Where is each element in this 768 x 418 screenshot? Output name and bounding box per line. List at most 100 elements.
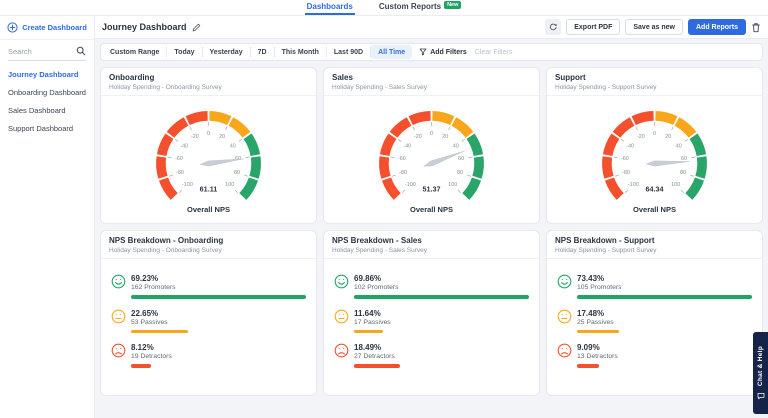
card-subtitle: Holiday Spending - Onboarding Survey xyxy=(109,247,222,254)
sidebar-item[interactable]: Onboarding Dashboard xyxy=(8,88,86,97)
svg-text:40: 40 xyxy=(453,143,459,149)
trash-icon xyxy=(752,22,760,32)
frown-icon xyxy=(111,343,126,358)
edit-pencil-icon[interactable] xyxy=(192,23,201,32)
nps-breakdown-rows: 69.86% 102 Promoters 11.64% 17 Passives … xyxy=(324,259,539,368)
filter-range-chip[interactable]: All Time xyxy=(371,45,413,59)
breakdown-count: 27 Detractors xyxy=(354,353,395,360)
breakdown-count: 13 Detractors xyxy=(577,353,618,360)
breakdown-percent: 69.23% xyxy=(131,274,159,283)
add-filters-button[interactable]: Add Filters xyxy=(419,48,467,56)
gauge-card-sales: Sales Holiday Spending - Sales Survey -1… xyxy=(323,67,540,224)
save-as-new-button[interactable]: Save as new xyxy=(625,19,683,35)
refresh-button[interactable] xyxy=(545,19,562,35)
breakdown-count: 105 Promoters xyxy=(577,284,622,291)
svg-text:80: 80 xyxy=(457,170,463,176)
chat-help-label: Chat & Help xyxy=(757,346,764,387)
smile-icon xyxy=(111,274,126,289)
breakdown-percent: 22.65% xyxy=(131,308,159,318)
gauge-chart-holder: -100 -80 -60 -40 -20 0 20 40 60 80 100 64.34 xyxy=(547,100,762,204)
breakdown-row: 69.23% 162 Promoters xyxy=(111,274,306,299)
breakdown-percent: 8.12% xyxy=(131,343,154,352)
breakdown-percent: 11.64% xyxy=(354,308,381,318)
progress-bar xyxy=(131,364,152,368)
sidebar-item[interactable]: Journey Dashboard xyxy=(8,70,86,79)
search-icon[interactable] xyxy=(76,46,86,56)
breakdown-card-onboarding: NPS Breakdown - Onboarding Holiday Spend… xyxy=(100,230,317,396)
chat-icon xyxy=(757,392,764,399)
breakdown-row: 11.64% 17 Passives xyxy=(334,308,529,333)
sidebar-item[interactable]: Sales Dashboard xyxy=(8,106,86,115)
svg-text:-60: -60 xyxy=(621,156,629,162)
frown-icon xyxy=(334,343,349,358)
neutral-icon xyxy=(111,309,126,323)
clear-filters-button[interactable]: Clear Filters xyxy=(475,49,513,56)
sidebar-item[interactable]: Support Dashboard xyxy=(8,124,86,133)
breakdown-row: 9.09% 13 Detractors xyxy=(557,343,752,368)
svg-text:-20: -20 xyxy=(637,134,645,140)
svg-text:61.11: 61.11 xyxy=(200,185,218,194)
chat-help-tab[interactable]: Chat & Help xyxy=(753,332,768,414)
svg-text:80: 80 xyxy=(234,170,240,176)
delete-dashboard-button[interactable] xyxy=(751,22,761,33)
svg-text:-60: -60 xyxy=(398,156,406,162)
page-title: Journey Dashboard xyxy=(102,22,187,32)
search-input[interactable] xyxy=(8,46,76,56)
breakdown-row: 17.48% 25 Passives xyxy=(557,309,752,333)
svg-text:-40: -40 xyxy=(180,143,188,149)
svg-text:-40: -40 xyxy=(403,143,411,149)
card-subtitle: Holiday Spending - Support Survey xyxy=(555,84,657,91)
svg-text:100: 100 xyxy=(225,182,234,188)
svg-text:51.37: 51.37 xyxy=(422,185,440,194)
create-dashboard-label: Create Dashboard xyxy=(22,23,87,32)
filter-range-chip[interactable]: Custom Range xyxy=(103,46,168,58)
filter-range-chip[interactable]: Last 90D xyxy=(327,46,372,58)
card-subtitle: Holiday Spending - Sales Survey xyxy=(332,84,428,91)
svg-text:-40: -40 xyxy=(626,143,634,149)
svg-text:64.34: 64.34 xyxy=(645,185,663,194)
card-subtitle: Holiday Spending - Sales Survey xyxy=(332,247,428,254)
filter-range-chip[interactable]: 7D xyxy=(251,46,275,58)
gauge-caption: Overall NPS xyxy=(633,205,676,214)
tab-custom-reports[interactable]: Custom Reports New xyxy=(377,0,464,15)
gauge-chart-holder: -100 -80 -60 -40 -20 0 20 40 60 80 100 51.37 xyxy=(324,100,539,204)
card-title: Onboarding xyxy=(109,73,155,82)
card-title: Support xyxy=(555,73,586,82)
svg-text:60: 60 xyxy=(458,156,464,162)
dashboard-content: Custom Range Today Yesterday 7D This Month La… xyxy=(95,39,768,418)
gauge-card-onboarding: Onboarding Holiday Spending - Onboarding… xyxy=(100,67,317,224)
breakdown-card-sales: NPS Breakdown - Sales Holiday Spending -… xyxy=(323,230,540,396)
filter-range-chip[interactable]: This Month xyxy=(275,46,327,58)
breakdown-row: 8.12% 19 Detractors xyxy=(111,343,306,368)
add-reports-button[interactable]: Add Reports xyxy=(688,19,746,35)
card-title: Sales xyxy=(332,73,353,82)
dashboard-list: Journey Dashboard Onboarding Dashboard Sal… xyxy=(0,61,94,151)
gauge-card-support: Support Holiday Spending - Support Surve… xyxy=(546,67,763,224)
breakdown-percent: 9.09% xyxy=(577,343,600,352)
card-subtitle: Holiday Spending - Support Survey xyxy=(555,247,657,254)
create-dashboard-button[interactable]: Create Dashboard xyxy=(0,16,94,40)
progress-bar xyxy=(131,329,189,333)
filter-bar: Custom Range Today Yesterday 7D This Month La… xyxy=(100,43,763,61)
filter-range-chip[interactable]: Today xyxy=(167,46,203,58)
gauge-chart: -100 -80 -60 -40-20 0 20 40 60 80100 51.37 xyxy=(379,111,484,200)
breakdown-count: 19 Detractors xyxy=(131,353,172,360)
card-subtitle: Holiday Spending - Onboarding Survey xyxy=(109,84,222,91)
svg-text:20: 20 xyxy=(219,134,225,140)
card-title: NPS Breakdown - Onboarding xyxy=(109,236,224,245)
progress-bar xyxy=(354,329,384,333)
tab-dashboards[interactable]: Dashboards xyxy=(304,0,355,15)
top-nav: Dashboards Custom Reports New xyxy=(0,0,768,16)
page-header: Journey Dashboard Export PDF Save as new… xyxy=(95,16,768,39)
tab-dashboards-label: Dashboards xyxy=(306,2,353,11)
gauge-chart: -100-80-60-40-2002040608010064.34 xyxy=(602,111,707,200)
svg-text:-100: -100 xyxy=(182,182,193,188)
gauge-caption: Overall NPS xyxy=(187,205,230,214)
filter-range-chip[interactable]: Yesterday xyxy=(203,46,251,58)
export-pdf-button[interactable]: Export PDF xyxy=(566,19,621,35)
breakdown-count: 53 Passives xyxy=(131,318,168,326)
neutral-icon xyxy=(557,309,572,323)
svg-text:20: 20 xyxy=(442,134,448,140)
progress-bar xyxy=(354,364,401,368)
svg-text:40: 40 xyxy=(676,143,682,149)
